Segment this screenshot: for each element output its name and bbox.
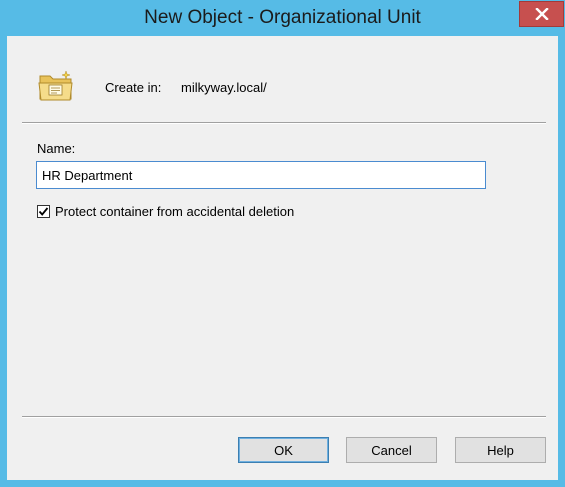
protect-container-option[interactable]: Protect container from accidental deleti… bbox=[37, 204, 294, 219]
protect-checkbox-label[interactable]: Protect container from accidental deleti… bbox=[55, 204, 294, 219]
close-icon bbox=[534, 8, 549, 20]
separator-top bbox=[22, 122, 546, 124]
window-title: New Object - Organizational Unit bbox=[144, 7, 421, 28]
help-button[interactable]: Help bbox=[455, 437, 546, 463]
close-button[interactable] bbox=[519, 1, 564, 27]
name-label: Name: bbox=[37, 141, 76, 156]
create-in-path: milkyway.local/ bbox=[181, 80, 267, 95]
ok-button[interactable]: OK bbox=[238, 437, 329, 463]
separator-bottom bbox=[22, 416, 546, 418]
name-input[interactable] bbox=[36, 161, 486, 189]
title-bar[interactable]: New Object - Organizational Unit bbox=[0, 0, 565, 36]
organizational-unit-icon bbox=[37, 68, 75, 104]
dialog-content: Create in: milkyway.local/ Name: Protect… bbox=[7, 36, 558, 480]
checkmark-icon bbox=[38, 207, 49, 216]
create-in-label: Create in: bbox=[105, 80, 162, 95]
protect-checkbox[interactable] bbox=[37, 205, 50, 218]
cancel-button[interactable]: Cancel bbox=[346, 437, 437, 463]
dialog-window: New Object - Organizational Unit Create … bbox=[0, 0, 565, 487]
